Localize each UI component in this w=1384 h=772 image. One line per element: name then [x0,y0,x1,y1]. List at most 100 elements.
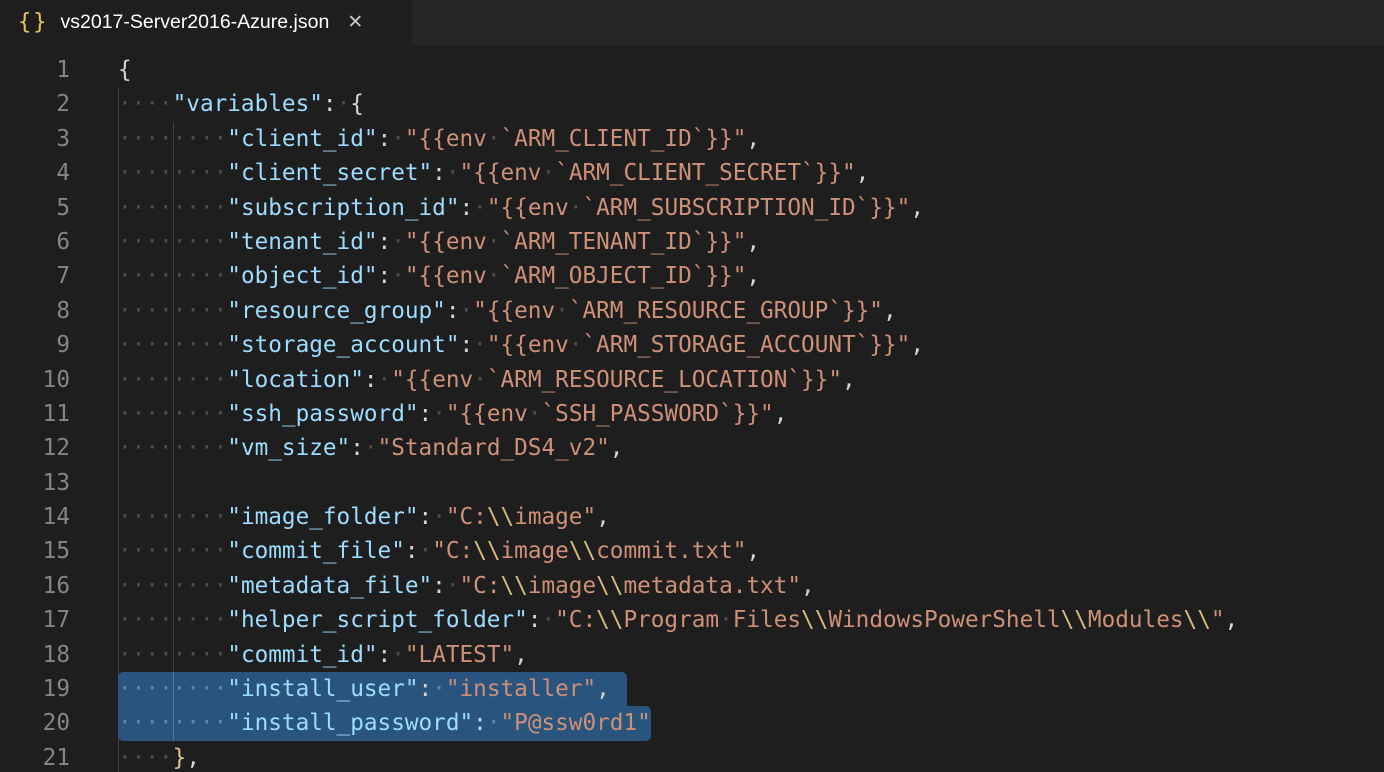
whitespace-dots: ···· [118,91,173,117]
close-icon[interactable]: ✕ [347,13,363,32]
code-line-17[interactable]: 17········"helper_script_folder":·"C:\\P… [0,603,1384,637]
code-line-20[interactable]: 20········"install_password":·"P@ssw0rd1… [0,706,1384,740]
line-content: { [118,53,132,87]
code-line-6[interactable]: 6········"tenant_id":·"{{env·`ARM_TENANT… [0,225,1384,259]
whitespace-dots: · [487,229,501,255]
code-line-21[interactable]: 21····}, [0,741,1384,772]
token-str: "{{env [487,332,569,358]
line-number[interactable]: 6 [0,225,70,259]
line-content: ····"variables":·{ [118,87,364,121]
token-gold: } [173,745,187,771]
whitespace-dots: ········ [118,229,227,255]
code-line-9[interactable]: 9········"storage_account":·"{{env·`ARM_… [0,328,1384,362]
token-esc: \\ [501,573,528,599]
token-str: commit.txt" [596,538,746,564]
line-number[interactable]: 9 [0,328,70,362]
code-line-19[interactable]: 19 ········"install_user":·"installer", [0,672,1384,706]
code-line-12[interactable]: 12········"vm_size":·"Standard_DS4_v2", [0,431,1384,465]
token-punct: : [350,435,364,461]
token-punct: , [883,298,897,324]
token-str: "{{env [391,367,473,393]
token-punct: : [378,126,392,152]
whitespace-dots: · [719,607,733,633]
token-str: "C: [446,504,487,530]
line-number[interactable]: 7 [0,259,70,293]
whitespace-dots: · [391,642,405,668]
token-key: "subscription_id" [227,195,459,221]
line-number[interactable]: 12 [0,431,70,465]
line-number[interactable]: 19 [0,672,70,706]
token-str: Program [623,607,719,633]
code-line-3[interactable]: 3 ········"client_id":·"{{env·`ARM_CLIENT… [0,122,1384,156]
whitespace-dots: ········ [118,126,227,152]
token-str: `ARM_CLIENT_SECRET`}}" [555,160,856,186]
line-number[interactable]: 3 [0,122,70,156]
token-punct: : [419,504,433,530]
code-line-10[interactable]: 10········"location":·"{{env·`ARM_RESOUR… [0,363,1384,397]
code-line-14[interactable]: 14········"image_folder":·"C:\\image", [0,500,1384,534]
token-str: "installer" [446,676,596,702]
line-content: ········"client_secret":·"{{env·`ARM_CLI… [118,156,869,190]
token-str: "C: [460,573,501,599]
code-line-2[interactable]: 2 ····"variables":·{ [0,87,1384,121]
whitespace-dots: · [473,367,487,393]
line-number[interactable]: 20 [0,706,70,740]
line-number[interactable]: 15 [0,534,70,568]
whitespace-dots: · [432,401,446,427]
line-number[interactable]: 13 [0,466,70,500]
line-number[interactable]: 16 [0,569,70,603]
whitespace-dots: · [391,263,405,289]
code-line-4[interactable]: 4 ········"client_secret":·"{{env·`ARM_CL… [0,156,1384,190]
code-editor[interactable]: 1{2····"variables":·{3········"client_id… [0,45,1384,772]
whitespace-dots: · [419,538,433,564]
token-punct: : [419,401,433,427]
line-number[interactable]: 1 [0,53,70,87]
line-number[interactable]: 4 [0,156,70,190]
token-esc: \\ [569,538,596,564]
token-key: "commit_file" [227,538,405,564]
token-str: `ARM_RESOURCE_GROUP`}}" [569,298,883,324]
token-str: `ARM_CLIENT_ID`}}" [501,126,747,152]
line-number[interactable]: 17 [0,603,70,637]
code-line-18[interactable]: 18········"commit_id":·"LATEST", [0,638,1384,672]
token-key: "tenant_id" [227,229,377,255]
line-content: ········"client_id":·"{{env·`ARM_CLIENT_… [118,122,760,156]
line-number[interactable]: 2 [0,87,70,121]
code-line-11[interactable]: 11········"ssh_password":·"{{env·`SSH_PA… [0,397,1384,431]
token-str: "LATEST" [405,642,514,668]
code-line-7[interactable]: 7 ········"object_id":·"{{env·`ARM_OBJECT… [0,259,1384,293]
whitespace-dots: ········ [118,710,227,736]
line-number[interactable]: 11 [0,397,70,431]
code-line-8[interactable]: 8········"resource_group":·"{{env·`ARM_R… [0,294,1384,328]
line-number[interactable]: 8 [0,294,70,328]
line-number[interactable]: 21 [0,741,70,772]
code-line-13[interactable]: 13 [0,466,1384,500]
whitespace-dots: ········ [118,607,227,633]
token-punct: , [596,676,610,702]
line-number[interactable]: 10 [0,363,70,397]
token-str: image [528,573,596,599]
token-str: image" [514,504,596,530]
line-number[interactable]: 5 [0,191,70,225]
text-selection: ········"install_user":·"installer", [118,672,627,706]
token-punct: { [350,91,364,117]
code-line-5[interactable]: 5 ········"subscription_id":·"{{env·`ARM_… [0,191,1384,225]
code-line-1[interactable]: 1{ [0,53,1384,87]
line-content: ········"tenant_id":·"{{env·`ARM_TENANT_… [118,225,760,259]
line-content: ········"object_id":·"{{env·`ARM_OBJECT_… [118,259,760,293]
whitespace-dots: · [528,401,542,427]
code-line-15[interactable]: 15········"commit_file":·"C:\\image\\com… [0,534,1384,568]
token-key: "variables" [173,91,323,117]
tab-file[interactable]: {} vs2017-Server2016-Azure.json ✕ [0,0,412,45]
token-punct: : [419,676,433,702]
token-str: "{{env [473,298,555,324]
code-line-16[interactable]: 16········"metadata_file":·"C:\\image\\m… [0,569,1384,603]
line-number[interactable]: 18 [0,638,70,672]
token-str: "{{env [405,229,487,255]
line-content: ········"subscription_id":·"{{env·`ARM_S… [118,191,924,225]
token-punct: , [186,745,200,771]
line-number[interactable]: 14 [0,500,70,534]
whitespace-dots: · [432,676,446,702]
token-punct: : [528,607,542,633]
token-key: "storage_account" [227,332,459,358]
